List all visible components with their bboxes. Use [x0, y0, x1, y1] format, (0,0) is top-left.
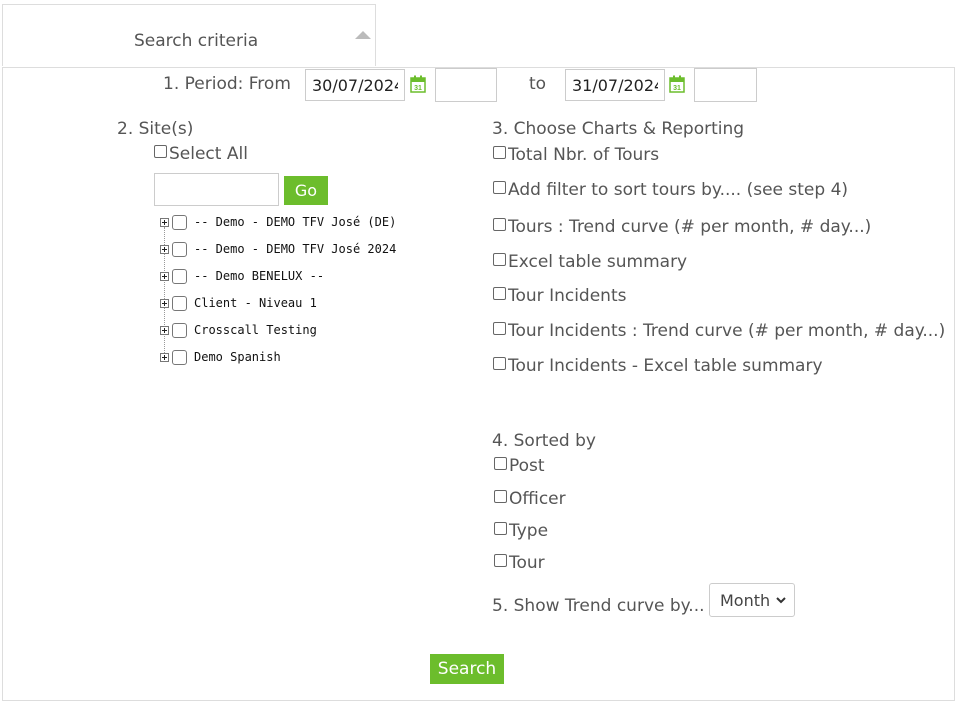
sort-option-checkbox[interactable]	[494, 521, 507, 535]
site-tree-item[interactable]: -- Demo - DEMO TFV José 2024	[160, 239, 396, 259]
select-all-checkbox[interactable]	[154, 144, 167, 158]
expand-plus-icon[interactable]	[160, 244, 169, 254]
chevron-down-icon	[776, 597, 786, 604]
sort-option-label: Type	[509, 521, 549, 541]
calendar-icon[interactable]: 31	[410, 75, 426, 93]
chart-option-label: Tours : Trend curve (# per month, # day.…	[508, 217, 872, 237]
select-all-label: Select All	[169, 144, 248, 164]
sort-option[interactable]: Officer	[494, 489, 566, 509]
expand-plus-icon[interactable]	[160, 217, 169, 227]
to-time-input[interactable]	[694, 68, 757, 102]
site-label: Crosscall Testing	[194, 323, 317, 337]
search-criteria-title: Search criteria	[134, 31, 259, 51]
from-time-input[interactable]	[435, 68, 497, 102]
site-checkbox[interactable]	[172, 241, 187, 257]
from-date-input[interactable]	[305, 69, 405, 101]
site-label: Demo Spanish	[194, 350, 281, 364]
sort-option-label: Post	[509, 456, 545, 476]
to-date-input[interactable]	[565, 69, 665, 101]
site-tree-item[interactable]: Demo Spanish	[160, 347, 396, 367]
expand-plus-icon[interactable]	[160, 298, 169, 308]
site-tree-item[interactable]: -- Demo - DEMO TFV José (DE)	[160, 212, 396, 232]
sort-option[interactable]: Post	[494, 456, 545, 476]
chart-option[interactable]: Add filter to sort tours by.... (see ste…	[493, 180, 848, 200]
expand-plus-icon[interactable]	[160, 325, 169, 335]
chart-option[interactable]: Tours : Trend curve (# per month, # day.…	[493, 217, 871, 237]
select-all-row[interactable]: Select All	[154, 144, 248, 164]
expand-plus-icon[interactable]	[160, 352, 169, 362]
site-search-input[interactable]	[154, 173, 279, 206]
trend-period-select[interactable]: Month	[709, 583, 795, 617]
sort-option[interactable]: Type	[494, 521, 548, 541]
sort-option-label: Officer	[509, 489, 566, 509]
chart-option[interactable]: Total Nbr. of Tours	[493, 145, 659, 165]
trend-period-value: Month	[720, 590, 771, 610]
site-checkbox[interactable]	[172, 295, 187, 311]
chart-option[interactable]: Tour Incidents	[493, 286, 626, 306]
site-label: -- Demo - DEMO TFV José (DE)	[194, 215, 397, 229]
charts-label: 3. Choose Charts & Reporting	[492, 119, 745, 139]
period-label: 1. Period: From	[163, 74, 291, 94]
site-label: -- Demo - DEMO TFV José 2024	[194, 242, 397, 256]
calendar-icon[interactable]: 31	[669, 75, 685, 93]
chart-option-label: Tour Incidents	[508, 286, 627, 306]
go-button[interactable]: Go	[284, 176, 328, 205]
chart-option-label: Total Nbr. of Tours	[508, 145, 660, 165]
sort-option[interactable]: Tour	[494, 553, 545, 573]
search-criteria-panel	[2, 67, 955, 701]
site-tree-item[interactable]: Crosscall Testing	[160, 320, 396, 340]
site-tree-item[interactable]: -- Demo BENELUX --	[160, 266, 396, 286]
chart-option-label: Excel table summary	[508, 252, 688, 272]
site-tree: -- Demo - DEMO TFV José (DE) -- Demo - D…	[160, 212, 396, 367]
chart-option-checkbox[interactable]	[493, 356, 506, 370]
chart-option[interactable]: Tour Incidents : Trend curve (# per mont…	[493, 321, 945, 341]
sort-option-label: Tour	[509, 553, 545, 573]
sorted-by-label: 4. Sorted by	[492, 431, 596, 451]
site-checkbox[interactable]	[172, 322, 187, 338]
chart-option-checkbox[interactable]	[493, 180, 506, 194]
site-checkbox[interactable]	[172, 214, 187, 230]
to-label: to	[529, 74, 547, 94]
sort-option-checkbox[interactable]	[494, 553, 507, 567]
chart-option-checkbox[interactable]	[493, 217, 506, 231]
chart-option[interactable]: Excel table summary	[493, 252, 687, 272]
svg-text:31: 31	[414, 85, 422, 92]
chart-option[interactable]: Tour Incidents - Excel table summary	[493, 356, 823, 376]
chart-option-label: Add filter to sort tours by.... (see ste…	[508, 180, 849, 200]
site-tree-item[interactable]: Client - Niveau 1	[160, 293, 396, 313]
site-label: -- Demo BENELUX --	[194, 269, 325, 283]
expand-plus-icon[interactable]	[160, 271, 169, 281]
sort-option-checkbox[interactable]	[494, 489, 507, 503]
trend-curve-label: 5. Show Trend curve by...	[492, 596, 705, 616]
search-button[interactable]: Search	[430, 654, 504, 684]
chart-option-checkbox[interactable]	[493, 286, 506, 300]
site-checkbox[interactable]	[172, 349, 187, 365]
chart-option-checkbox[interactable]	[493, 321, 506, 335]
chart-option-label: Tour Incidents : Trend curve (# per mont…	[508, 321, 946, 341]
site-checkbox[interactable]	[172, 268, 187, 284]
sites-label: 2. Site(s)	[117, 119, 194, 139]
site-label: Client - Niveau 1	[194, 296, 317, 310]
chart-option-checkbox[interactable]	[493, 252, 506, 266]
svg-text:31: 31	[673, 85, 681, 92]
chart-option-label: Tour Incidents - Excel table summary	[508, 356, 823, 376]
chart-option-checkbox[interactable]	[493, 145, 506, 159]
sort-option-checkbox[interactable]	[494, 456, 507, 470]
collapse-caret-icon[interactable]	[355, 31, 371, 39]
